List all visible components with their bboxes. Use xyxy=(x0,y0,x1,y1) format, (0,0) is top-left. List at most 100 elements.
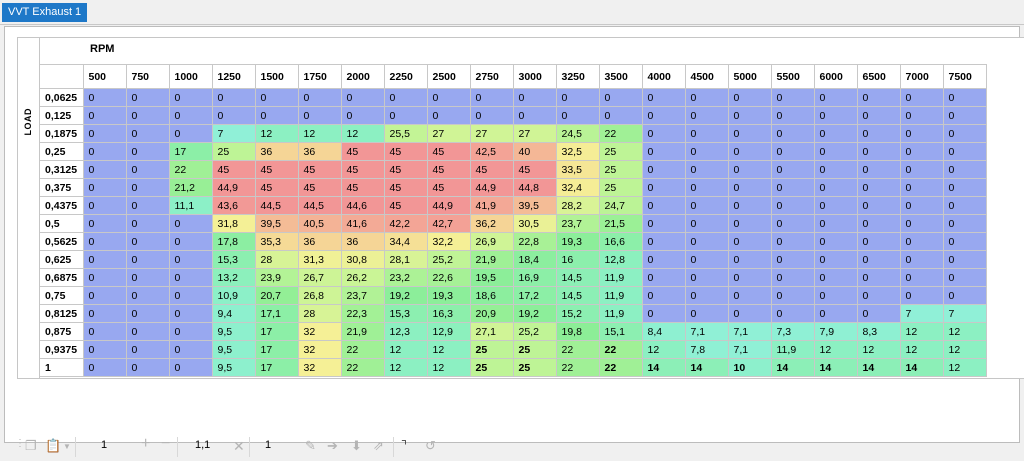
map-cell[interactable]: 14 xyxy=(684,358,729,377)
map-cell[interactable]: 0 xyxy=(82,88,127,107)
map-cell[interactable]: 27 xyxy=(469,124,514,143)
map-cell[interactable]: 0 xyxy=(82,196,127,215)
map-cell[interactable]: 33,5 xyxy=(555,160,600,179)
map-cell[interactable]: 7,3 xyxy=(770,322,815,341)
map-cell[interactable]: 22 xyxy=(340,358,385,377)
map-cell[interactable]: 22,8 xyxy=(512,232,557,251)
map-cell[interactable]: 0 xyxy=(82,250,127,269)
load-header[interactable]: 1 xyxy=(40,358,84,377)
map-cell[interactable]: 0 xyxy=(426,106,471,125)
map-cell[interactable]: 44,5 xyxy=(297,196,342,215)
map-cell[interactable]: 12 xyxy=(340,124,385,143)
map-cell[interactable]: 15,1 xyxy=(598,322,643,341)
map-cell[interactable]: 45 xyxy=(469,160,514,179)
map-cell[interactable]: 0 xyxy=(770,232,815,251)
map-cell[interactable]: 0 xyxy=(813,214,858,233)
map-cell[interactable]: 0 xyxy=(684,178,729,197)
map-cell[interactable]: 0 xyxy=(383,106,428,125)
load-header[interactable]: 0,875 xyxy=(40,322,84,341)
map-cell[interactable]: 0 xyxy=(82,340,127,359)
map-cell[interactable]: 0 xyxy=(813,160,858,179)
rpm-header-6500[interactable]: 6500 xyxy=(856,64,901,89)
copy-icon[interactable]: ❐ xyxy=(25,438,37,454)
rpm-header-1750[interactable]: 1750 xyxy=(297,64,342,89)
map-cell[interactable]: 0 xyxy=(942,124,987,143)
map-cell[interactable]: 22 xyxy=(555,358,600,377)
map-cell[interactable]: 22,3 xyxy=(340,304,385,323)
map-cell[interactable]: 44,6 xyxy=(340,196,385,215)
map-cell[interactable]: 12 xyxy=(383,340,428,359)
load-header[interactable]: 0,1875 xyxy=(40,124,84,143)
map-cell[interactable]: 0 xyxy=(684,88,729,107)
map-cell[interactable]: 0 xyxy=(856,304,901,323)
map-cell[interactable]: 0 xyxy=(641,160,686,179)
map-cell[interactable]: 0 xyxy=(82,160,127,179)
map-cell[interactable]: 0 xyxy=(899,160,944,179)
map-cell[interactable]: 16,9 xyxy=(512,268,557,287)
map-cell[interactable]: 0 xyxy=(770,178,815,197)
load-header[interactable]: 0,8125 xyxy=(40,304,84,323)
map-cell[interactable]: 0 xyxy=(82,304,127,323)
map-cell[interactable]: 0 xyxy=(813,286,858,305)
map-cell[interactable]: 0 xyxy=(813,268,858,287)
map-cell[interactable]: 25 xyxy=(469,358,514,377)
map-cell[interactable]: 8,4 xyxy=(641,322,686,341)
map-cell[interactable]: 25,2 xyxy=(426,250,471,269)
map-cell[interactable]: 0 xyxy=(727,124,772,143)
map-cell[interactable]: 0 xyxy=(727,286,772,305)
map-cell[interactable]: 25,5 xyxy=(383,124,428,143)
map-cell[interactable]: 12 xyxy=(297,124,342,143)
map-cell[interactable]: 0 xyxy=(297,106,342,125)
map-cell[interactable]: 45 xyxy=(426,178,471,197)
map-cell[interactable]: 0 xyxy=(942,178,987,197)
map-cell[interactable]: 25 xyxy=(512,358,557,377)
map-cell[interactable]: 12 xyxy=(942,340,987,359)
map-cell[interactable]: 0 xyxy=(168,232,213,251)
map-cell[interactable]: 36,2 xyxy=(469,214,514,233)
map-cell[interactable]: 0 xyxy=(770,304,815,323)
map-cell[interactable]: 7,1 xyxy=(727,340,772,359)
map-cell[interactable]: 0 xyxy=(125,178,170,197)
map-cell[interactable]: 17,1 xyxy=(254,304,299,323)
map-cell[interactable]: 41,6 xyxy=(340,214,385,233)
map-cell[interactable]: 0 xyxy=(899,250,944,269)
map-cell[interactable]: 0 xyxy=(469,88,514,107)
map-cell[interactable]: 0 xyxy=(942,250,987,269)
map-cell[interactable]: 0 xyxy=(641,304,686,323)
tab-vvt-exhaust-1[interactable]: VVT Exhaust 1 xyxy=(2,3,88,22)
map-cell[interactable]: 44,9 xyxy=(469,178,514,197)
map-cell[interactable]: 0 xyxy=(770,142,815,161)
map-cell[interactable]: 0 xyxy=(684,106,729,125)
map-cell[interactable]: 0 xyxy=(125,286,170,305)
map-cell[interactable]: 0 xyxy=(82,358,127,377)
map-cell[interactable]: 44,9 xyxy=(211,178,256,197)
map-cell[interactable]: 0 xyxy=(813,88,858,107)
map-cell[interactable]: 28 xyxy=(254,250,299,269)
map-cell[interactable]: 14 xyxy=(813,358,858,377)
map-cell[interactable]: 23,2 xyxy=(383,268,428,287)
map-cell[interactable]: 28 xyxy=(297,304,342,323)
map-cell[interactable]: 8,3 xyxy=(856,322,901,341)
map-cell[interactable]: 0 xyxy=(168,106,213,125)
map-cell[interactable]: 0 xyxy=(641,196,686,215)
map-cell[interactable]: 25 xyxy=(598,160,643,179)
map-cell[interactable]: 36 xyxy=(340,232,385,251)
rpm-header-4000[interactable]: 4000 xyxy=(641,64,686,89)
map-cell[interactable]: 23,7 xyxy=(340,286,385,305)
map-cell[interactable]: 0 xyxy=(598,106,643,125)
map-cell[interactable]: 17 xyxy=(254,340,299,359)
map-cell[interactable]: 7,1 xyxy=(684,322,729,341)
map-cell[interactable]: 17 xyxy=(254,358,299,377)
map-cell[interactable]: 0 xyxy=(168,214,213,233)
map-cell[interactable]: 0 xyxy=(942,106,987,125)
map-cell[interactable]: 22 xyxy=(598,340,643,359)
map-cell[interactable]: 27 xyxy=(512,124,557,143)
map-cell[interactable]: 32 xyxy=(297,322,342,341)
map-cell[interactable]: 0 xyxy=(641,178,686,197)
map-cell[interactable]: 45 xyxy=(254,160,299,179)
map-cell[interactable]: 0 xyxy=(770,88,815,107)
map-cell[interactable]: 27,1 xyxy=(469,322,514,341)
map-cell[interactable]: 42,7 xyxy=(426,214,471,233)
map-cell[interactable]: 0 xyxy=(641,268,686,287)
map-cell[interactable]: 26,9 xyxy=(469,232,514,251)
